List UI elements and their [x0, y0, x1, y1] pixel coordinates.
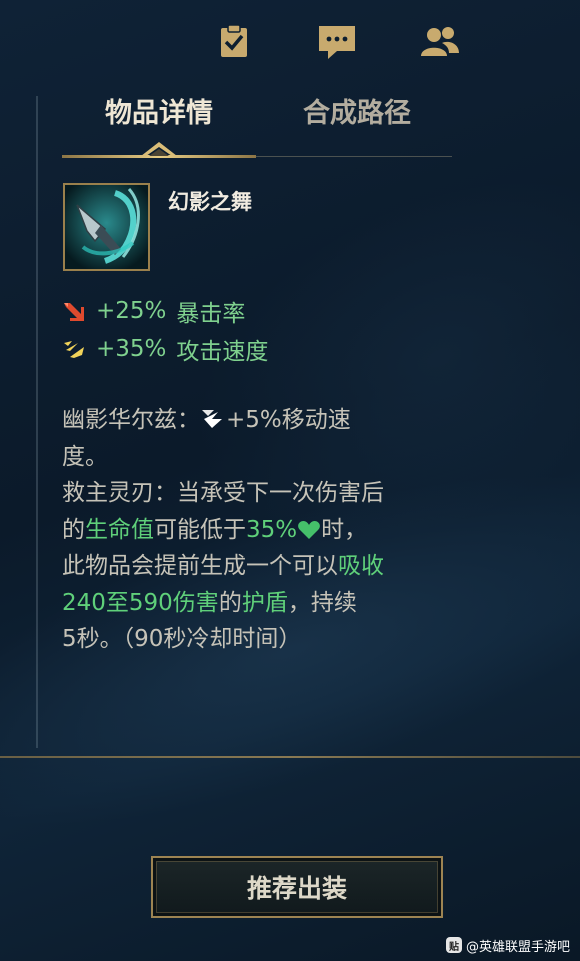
passive-text: 时，: [321, 516, 368, 543]
item-description: 幽影华尔兹： +5%移动速 度。 救主灵刃：当承受下一次伤害后 的生命值可能低于…: [62, 402, 462, 658]
stat-label: 攻击速度: [176, 339, 269, 365]
keyword-health: 生命值: [85, 516, 154, 543]
tieba-logo-icon: 贴: [445, 937, 462, 953]
crit-icon: [64, 303, 84, 321]
stat-label: 暴击率: [176, 301, 246, 327]
section-divider: [0, 756, 580, 758]
keyword-damage-range: 240至590伤害: [62, 589, 219, 616]
recommended-build-button[interactable]: 推荐出装: [151, 856, 443, 918]
top-toolbar: [0, 22, 580, 66]
tab-build-path[interactable]: 合成路径: [262, 90, 452, 138]
passive-text: 救主灵刃：当承受下一次伤害后: [62, 480, 384, 506]
move-speed-icon: [202, 410, 222, 428]
stat-row-crit: +25% 暴击率: [62, 295, 245, 327]
passive-text: 此物品会提前生成一个可以: [62, 553, 338, 579]
passive-lifeline: 救主灵刃：当承受下一次伤害后 的生命值可能低于35% 时， 此物品会提前生成一个…: [62, 475, 462, 658]
passive-effect: +5%移动速: [226, 407, 351, 433]
passive-phantom-waltz: 幽影华尔兹： +5%移动速 度。: [62, 402, 462, 475]
friends-icon[interactable]: [418, 22, 462, 62]
tab-bar: 物品详情 合成路径: [62, 90, 452, 162]
passive-name: 幽影华尔兹：: [62, 407, 200, 433]
item-image: [63, 183, 150, 271]
panel-left-border: [36, 96, 38, 748]
passive-text: ，持续: [287, 589, 357, 616]
watermark: 贴 @英雄联盟手游吧: [445, 934, 570, 956]
passive-effect-cont: 度。: [62, 443, 108, 470]
attack-speed-icon: [64, 341, 84, 358]
item-name: 幻影之舞: [168, 190, 252, 214]
passive-text: 5秒。（90秒冷却时间）: [62, 626, 302, 652]
checklist-icon[interactable]: [212, 22, 256, 62]
heart-icon: [298, 520, 320, 539]
caret-up-icon: [141, 142, 177, 156]
chat-icon[interactable]: [315, 22, 359, 62]
keyword-shield: 护盾: [241, 589, 288, 616]
tab-item-details[interactable]: 物品详情: [62, 90, 256, 138]
keyword-percent: 35%: [246, 516, 298, 543]
watermark-text: @英雄联盟手游吧: [465, 939, 570, 955]
stat-value: +35%: [96, 336, 167, 362]
keyword-absorb: 吸收: [338, 553, 384, 579]
stat-row-attack-speed: +35% 攻击速度: [62, 333, 268, 365]
passive-text: 的: [62, 516, 85, 543]
passive-text: 的: [218, 589, 242, 616]
stat-value: +25%: [96, 298, 167, 324]
passive-text: 可能低于: [154, 516, 246, 543]
